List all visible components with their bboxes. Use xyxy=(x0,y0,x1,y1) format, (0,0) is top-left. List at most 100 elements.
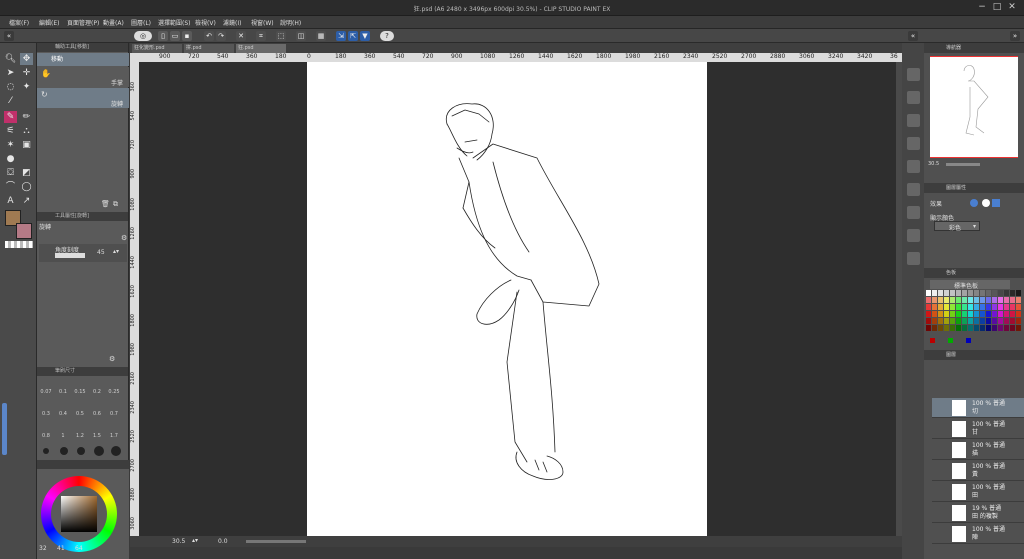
menu-page[interactable]: 頁面管理(P) xyxy=(67,18,99,27)
palette-swatch[interactable] xyxy=(986,304,991,310)
balloon-tool-icon[interactable]: ↗ xyxy=(20,195,33,207)
palette-swatch[interactable] xyxy=(938,297,943,303)
brush-size-item[interactable]: 0.6 xyxy=(90,411,104,425)
close-button[interactable]: ✕ xyxy=(1006,2,1018,12)
delete-subtool-icon[interactable]: 🗑︎ xyxy=(101,200,110,208)
wrench-icon[interactable]: ⚙ xyxy=(121,234,127,242)
save-icon[interactable]: ▪ xyxy=(182,31,192,41)
transform-icon[interactable]: ⌗ xyxy=(256,31,266,41)
navigator-zoom[interactable]: 30.5 xyxy=(928,161,939,167)
transparent-color-swatch[interactable] xyxy=(5,241,33,248)
drawing-canvas[interactable] xyxy=(307,62,707,540)
menu-filter[interactable]: 濾鏡(I) xyxy=(223,18,241,27)
palette-swatch[interactable] xyxy=(1010,297,1015,303)
palette-swatch[interactable] xyxy=(926,325,931,331)
palette-swatch[interactable] xyxy=(1016,304,1021,310)
palette-swatch[interactable] xyxy=(944,311,949,317)
palette-swatch[interactable] xyxy=(956,290,961,296)
brush-size-item[interactable]: 1.2 xyxy=(73,433,87,447)
sub-color-swatch[interactable] xyxy=(16,223,32,239)
dock-search-icon[interactable] xyxy=(907,252,920,265)
palette-swatch[interactable] xyxy=(968,311,973,317)
palette-swatch[interactable] xyxy=(950,325,955,331)
hue-ring[interactable] xyxy=(41,476,117,552)
menu-window[interactable]: 視窗(W) xyxy=(251,18,274,27)
menu-help[interactable]: 說明(H) xyxy=(280,18,301,27)
brush-size-item[interactable]: 0.3 xyxy=(39,411,53,425)
layer-row[interactable]: 100 % 普通甘 xyxy=(932,419,1024,439)
palette-swatch[interactable] xyxy=(974,290,979,296)
dock-subview-icon[interactable] xyxy=(907,91,920,104)
effect-tone-icon[interactable] xyxy=(992,199,1000,207)
palette-swatch[interactable] xyxy=(950,297,955,303)
palette-swatch[interactable] xyxy=(962,290,967,296)
palette-swatch[interactable] xyxy=(968,325,973,331)
frame-tool-icon[interactable]: ◯ xyxy=(20,181,33,193)
redo-icon[interactable]: ↷ xyxy=(216,31,226,41)
figure-tool-icon[interactable]: ⌒ xyxy=(4,181,17,193)
palette-swatch[interactable] xyxy=(926,290,931,296)
open-file-icon[interactable]: ▭ xyxy=(170,31,180,41)
menu-animation[interactable]: 動畫(A) xyxy=(103,18,124,27)
palette-swatch[interactable] xyxy=(956,325,961,331)
menu-layer[interactable]: 圖層(L) xyxy=(131,18,151,27)
palette-swatch[interactable] xyxy=(1016,311,1021,317)
palette-swatch[interactable] xyxy=(926,318,931,324)
dock-layer-property-icon[interactable] xyxy=(907,137,920,150)
settings-icon[interactable]: ⚙ xyxy=(109,355,115,363)
palette-swatch[interactable] xyxy=(962,297,967,303)
palette-swatch[interactable] xyxy=(1004,311,1009,317)
navigator-preview[interactable] xyxy=(930,56,1018,158)
pencil-tool-icon[interactable]: ✏ xyxy=(20,111,33,123)
dock-3d-icon[interactable] xyxy=(907,229,920,242)
palette-swatch[interactable] xyxy=(974,311,979,317)
zoom-tool-icon[interactable]: 🔍︎ xyxy=(4,53,17,65)
palette-swatch[interactable] xyxy=(986,311,991,317)
palette-swatch[interactable] xyxy=(998,318,1003,324)
copy-subtool-icon[interactable]: ⧉ xyxy=(113,200,118,209)
palette-swatch[interactable] xyxy=(992,311,997,317)
brush-size-item[interactable]: 0.07 xyxy=(39,389,53,403)
palette-swatch[interactable] xyxy=(1004,290,1009,296)
palette-swatch[interactable] xyxy=(944,304,949,310)
palette-swatch-red[interactable] xyxy=(930,338,935,343)
palette-swatch[interactable] xyxy=(932,318,937,324)
palette-swatch[interactable] xyxy=(980,297,985,303)
menu-file[interactable]: 檔案(F) xyxy=(9,18,29,27)
fill-tool-icon[interactable]: ⛋ xyxy=(4,167,17,179)
brush-size-item[interactable]: 0.5 xyxy=(73,411,87,425)
palette-swatch[interactable] xyxy=(938,325,943,331)
zoom-value[interactable]: 30.5 xyxy=(172,538,185,545)
palette-swatch[interactable] xyxy=(998,325,1003,331)
palette-swatch[interactable] xyxy=(950,304,955,310)
brush-size-item[interactable]: 1.7 xyxy=(107,433,121,447)
new-file-icon[interactable]: ▯ xyxy=(158,31,168,41)
collapse-right-icon[interactable]: « xyxy=(908,31,918,41)
dock-palette-icon[interactable] xyxy=(907,160,920,173)
dock-history-icon[interactable] xyxy=(907,206,920,219)
display-color-select[interactable]: 彩色 ▾ xyxy=(934,221,980,232)
blend-tool-icon[interactable]: ● xyxy=(4,153,17,165)
clip-studio-icon[interactable]: ◎ xyxy=(134,31,152,41)
palette-swatch[interactable] xyxy=(974,318,979,324)
palette-swatch[interactable] xyxy=(956,311,961,317)
expand-right-icon[interactable]: » xyxy=(1010,31,1020,41)
palette-swatch[interactable] xyxy=(998,297,1003,303)
palette-swatch[interactable] xyxy=(1016,318,1021,324)
palette-swatch[interactable] xyxy=(986,297,991,303)
palette-swatch[interactable] xyxy=(998,290,1003,296)
palette-swatch[interactable] xyxy=(974,297,979,303)
palette-swatch[interactable] xyxy=(968,318,973,324)
tab-document-3[interactable]: 狂.psd xyxy=(236,44,286,53)
palette-swatch[interactable] xyxy=(980,290,985,296)
zoom-slider[interactable] xyxy=(246,540,306,543)
subtool-group-move[interactable]: 移動 xyxy=(37,53,129,66)
saturation-value-square[interactable] xyxy=(61,496,97,532)
menu-selection[interactable]: 選擇範圍(S) xyxy=(158,18,191,27)
minimize-button[interactable]: − xyxy=(976,2,988,12)
brush-tool-icon[interactable]: ⚟ xyxy=(4,125,17,137)
angle-scale-stepper[interactable]: ▴▾ xyxy=(113,248,119,255)
palette-swatch[interactable] xyxy=(932,311,937,317)
palette-swatch-green[interactable] xyxy=(948,338,953,343)
pen-tool-icon[interactable]: ✎ xyxy=(4,111,17,123)
